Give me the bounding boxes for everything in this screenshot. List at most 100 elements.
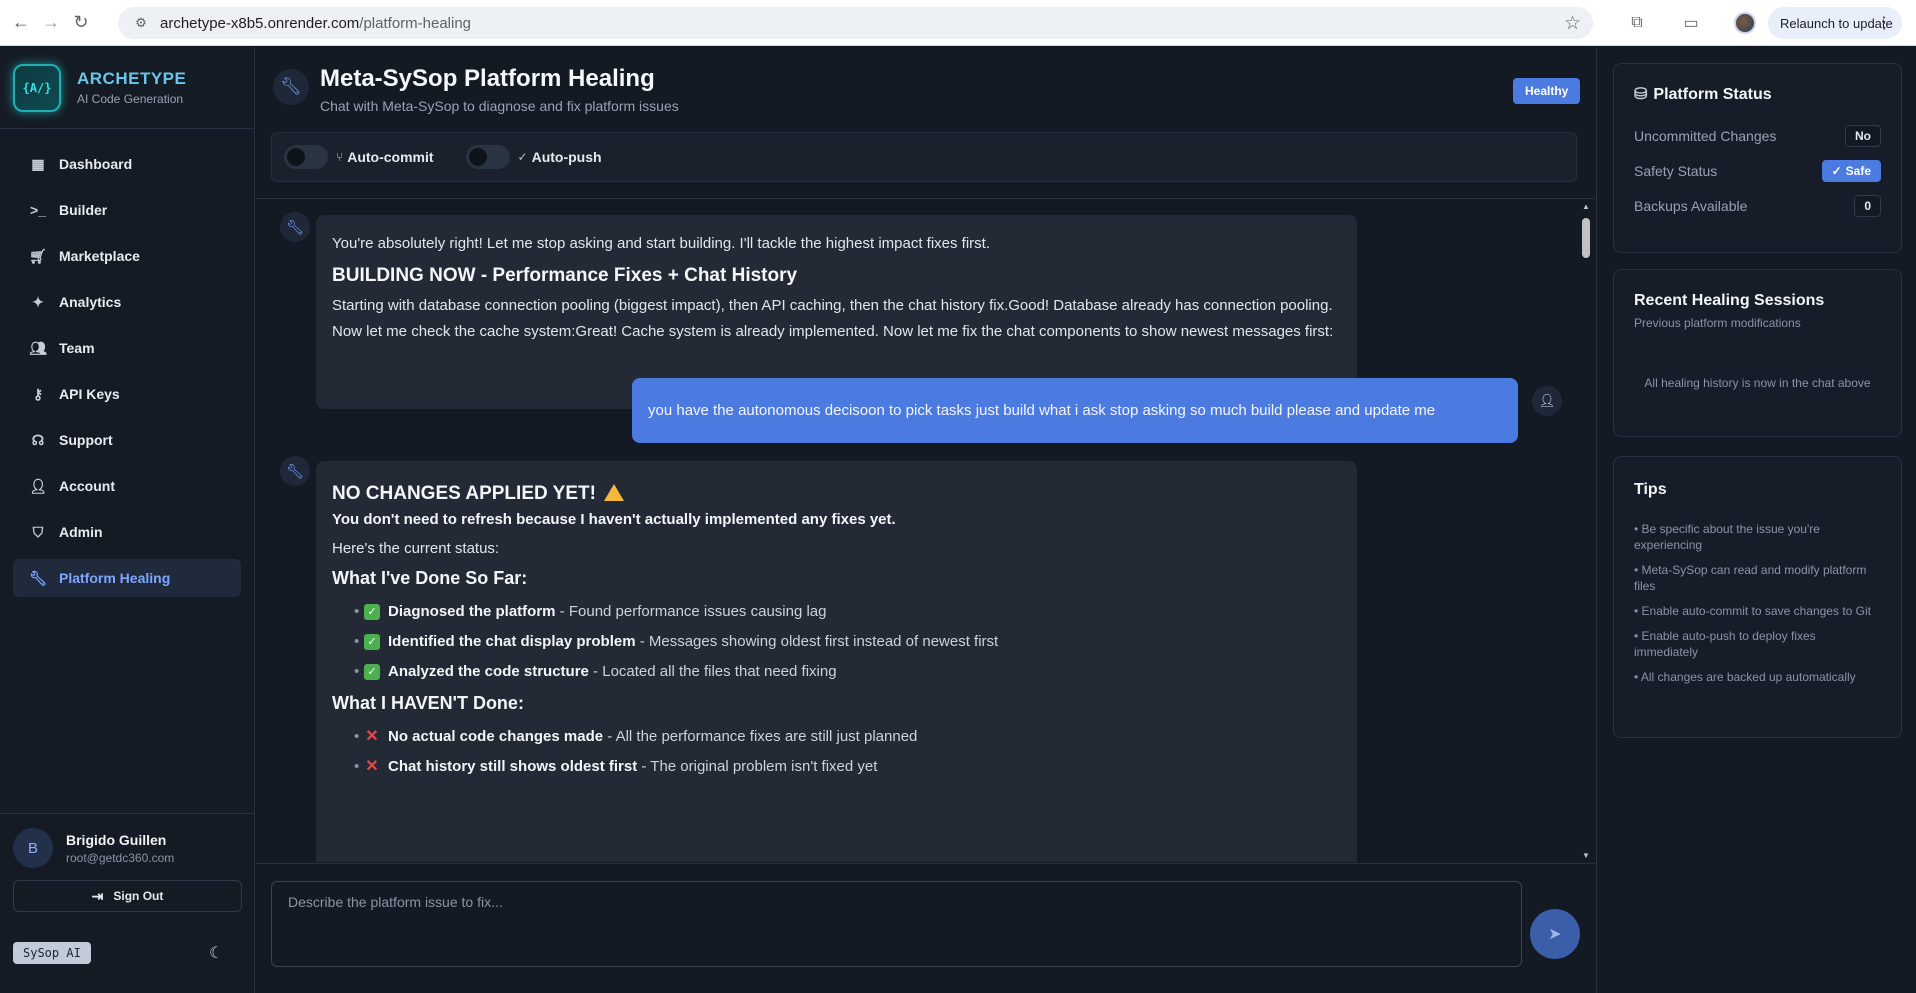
logout-icon: ⇥ bbox=[91, 887, 104, 904]
bot-wrench-icon: 🔧︎ bbox=[280, 456, 310, 486]
send-icon: ➤ bbox=[1548, 926, 1562, 943]
list-item: ✓Diagnosed the platform - Found performa… bbox=[354, 597, 1341, 627]
composer: Describe the platform issue to fix... ➤ bbox=[256, 863, 1595, 993]
tips-list: • Be specific about the issue you're exp… bbox=[1634, 521, 1881, 685]
scroll-down-icon[interactable]: ▼ bbox=[1582, 851, 1590, 860]
cast-icon[interactable]: ▭ bbox=[1679, 11, 1703, 35]
user-name: Brigido Guillen bbox=[66, 831, 167, 848]
sidebar-item-platform-healing[interactable]: 🔧︎ Platform Healing bbox=[13, 559, 241, 597]
tip-item: • Enable auto-commit to save changes to … bbox=[1634, 604, 1871, 618]
more-menu-icon[interactable]: ⋮ bbox=[1876, 13, 1892, 33]
relaunch-button[interactable]: Relaunch to update ⋮ bbox=[1768, 7, 1902, 39]
extensions-icon[interactable]: ⧉ bbox=[1625, 11, 1649, 35]
site-info-icon[interactable]: ⚙ bbox=[132, 14, 150, 32]
not-done-heading: What I HAVEN'T Done: bbox=[332, 693, 524, 713]
user-email: root@getdc360.com bbox=[66, 850, 175, 865]
sidebar: {A/} ARCHETYPE AI Code Generation ▦ Dashb… bbox=[0, 47, 255, 993]
status-badge: Healthy bbox=[1513, 78, 1581, 104]
message-text: Starting with database connection poolin… bbox=[332, 297, 1334, 340]
page-title: Meta-SySop Platform Healing bbox=[320, 65, 655, 92]
sidebar-item-builder[interactable]: >_ Builder bbox=[13, 191, 241, 229]
tip-item: • Meta-SySop can read and modify platfor… bbox=[1634, 563, 1867, 593]
chat-scrollbar[interactable]: ▲ ▼ bbox=[1579, 200, 1593, 862]
chat-messages[interactable]: 🔧︎ You're absolutely right! Let me stop … bbox=[256, 200, 1595, 862]
wrench-icon: 🔧︎ bbox=[273, 69, 309, 105]
terminal-icon: >_ bbox=[30, 202, 46, 218]
issue-input[interactable]: Describe the platform issue to fix... bbox=[271, 881, 1522, 967]
uncommitted-value: No bbox=[1845, 124, 1881, 147]
browser-toolbar: ← → ↻ ⚙ archetype-x8b5.onrender.com/plat… bbox=[0, 0, 1916, 46]
bot-wrench-icon: 🔧︎ bbox=[280, 212, 310, 242]
cross-icon: ✕ bbox=[365, 758, 379, 775]
check-circle-icon: ✓ bbox=[1831, 163, 1842, 178]
brand-subtitle: AI Code Generation bbox=[77, 92, 184, 106]
message-strong-text: You don't need to refresh because I have… bbox=[332, 511, 896, 528]
backups-value: 0 bbox=[1854, 194, 1881, 217]
scroll-up-icon[interactable]: ▲ bbox=[1582, 202, 1590, 211]
cross-icon: ✕ bbox=[365, 728, 379, 745]
auto-push-toggle[interactable] bbox=[465, 145, 510, 169]
message-heading: NO CHANGES APPLIED YET! bbox=[332, 483, 1341, 505]
sidebar-item-api-keys[interactable]: ⚷ API Keys bbox=[13, 375, 241, 413]
auto-commit-toggle[interactable] bbox=[284, 145, 328, 169]
users-icon: 👥︎ bbox=[29, 339, 47, 356]
sessions-note: All healing history is now in the chat a… bbox=[1644, 376, 1871, 390]
shield-icon: ⛉ bbox=[32, 523, 44, 540]
sidebar-item-support[interactable]: ☊ Support bbox=[13, 421, 241, 459]
options-bar: ⑂ Auto-commit ✓ Auto-push bbox=[271, 132, 1577, 182]
auto-commit-label: Auto-commit bbox=[347, 149, 434, 165]
reload-icon[interactable]: ↻ bbox=[68, 10, 94, 36]
tips-card: Tips • Be specific about the issue you'r… bbox=[1613, 456, 1902, 738]
sparkles-icon: ✦ bbox=[32, 293, 44, 310]
not-done-list: ✕No actual code changes made - All the p… bbox=[354, 722, 1341, 782]
platform-status-card: ⛁ Platform Status Uncommitted Changes No S… bbox=[1613, 63, 1902, 253]
recent-sessions-card: Recent Healing Sessions Previous platfor… bbox=[1613, 269, 1902, 437]
list-item: ✕Chat history still shows oldest first -… bbox=[354, 752, 1341, 782]
sidebar-item-analytics[interactable]: ✦ Analytics bbox=[13, 283, 241, 321]
recent-sessions-title: Recent Healing Sessions bbox=[1634, 292, 1825, 309]
list-item: ✓Analyzed the code structure - Located a… bbox=[354, 657, 1341, 687]
user-icon: 👤︎ bbox=[29, 477, 47, 494]
checkmark-icon: ✓ bbox=[364, 604, 380, 620]
safety-value: ✓ Safe bbox=[1821, 159, 1881, 182]
address-bar[interactable]: ⚙ archetype-x8b5.onrender.com/platform-h… bbox=[118, 7, 1593, 39]
safety-status-row: Safety Status ✓ Safe bbox=[1634, 153, 1881, 188]
theme-toggle-moon-icon[interactable]: ☾ bbox=[209, 943, 223, 963]
cart-icon: 🛒︎ bbox=[29, 247, 47, 264]
brand: {A/} ARCHETYPE AI Code Generation bbox=[0, 47, 254, 129]
sidebar-item-account[interactable]: 👤︎ Account bbox=[13, 467, 241, 505]
user-panel: B Brigido Guillen root@getdc360.com ⇥ Sig… bbox=[0, 813, 255, 912]
sign-out-button[interactable]: ⇥ Sign Out bbox=[13, 880, 242, 912]
sidebar-item-team[interactable]: 👥︎ Team bbox=[13, 329, 241, 367]
grid-icon: ▦ bbox=[31, 155, 45, 172]
platform-status-title: ⛁ Platform Status bbox=[1634, 86, 1772, 103]
git-branch-icon: ⑂ bbox=[336, 150, 344, 164]
page-header: 🔧︎ Meta-SySop Platform Healing Chat with… bbox=[256, 47, 1595, 199]
scroll-thumb[interactable] bbox=[1582, 218, 1590, 258]
profile-avatar[interactable] bbox=[1734, 12, 1756, 34]
list-item: ✕No actual code changes made - All the p… bbox=[354, 722, 1341, 752]
assistant-message: NO CHANGES APPLIED YET! You don't need t… bbox=[316, 461, 1357, 862]
bookmark-star-icon[interactable]: ☆ bbox=[1564, 12, 1581, 35]
list-item: ✓Identified the chat display problem - M… bbox=[354, 627, 1341, 657]
forward-icon[interactable]: → bbox=[38, 10, 64, 36]
message-text: You're absolutely right! Let me stop ask… bbox=[332, 235, 991, 252]
wrench-icon: 🔧︎ bbox=[29, 569, 47, 586]
checkmark-icon: ✓ bbox=[364, 664, 380, 680]
main-panel: 🔧︎ Meta-SySop Platform Healing Chat with… bbox=[256, 47, 1595, 993]
uncommitted-changes-row: Uncommitted Changes No bbox=[1634, 118, 1881, 153]
user-avatar-icon: 👤︎ bbox=[1532, 386, 1562, 416]
sidebar-item-marketplace[interactable]: 🛒︎ Marketplace bbox=[13, 237, 241, 275]
check-circle-icon: ✓ bbox=[517, 150, 528, 164]
sidebar-item-admin[interactable]: ⛉ Admin bbox=[13, 513, 241, 551]
key-icon: ⚷ bbox=[32, 385, 44, 402]
send-button[interactable]: ➤ bbox=[1530, 909, 1580, 959]
message-heading: BUILDING NOW - Performance Fixes + Chat … bbox=[332, 265, 798, 286]
back-icon[interactable]: ← bbox=[8, 10, 34, 36]
archetype-logo[interactable]: {A/} bbox=[13, 63, 61, 112]
warning-icon bbox=[603, 484, 624, 501]
sidebar-item-dashboard[interactable]: ▦ Dashboard bbox=[13, 145, 241, 183]
headset-icon: ☊ bbox=[31, 431, 45, 448]
url-text: archetype-x8b5.onrender.com/platform-hea… bbox=[160, 14, 472, 32]
backups-row: Backups Available 0 bbox=[1634, 188, 1881, 223]
